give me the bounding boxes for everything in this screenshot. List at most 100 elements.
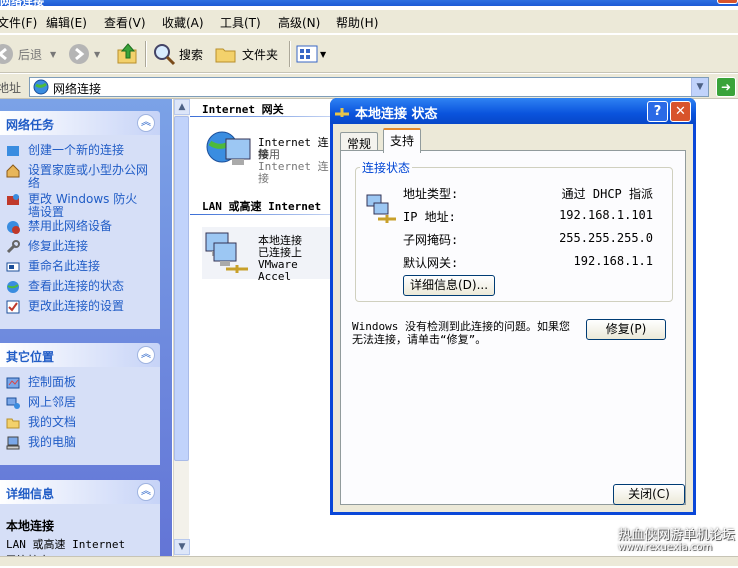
folders-button[interactable]: 文件夹 [214, 40, 278, 68]
address-bar: 地址 网络连接 ▼ ➜ [0, 74, 738, 99]
default-gateway-value: 192.168.1.1 [573, 254, 653, 268]
back-label: 后退 [18, 47, 43, 62]
address-label: 地址 [0, 81, 22, 95]
help-icon: ? [653, 104, 662, 119]
settings-check-icon [6, 300, 20, 314]
group-header-internet-gateway: Internet 网关 [202, 103, 284, 116]
toolbar: 后退 ▼ ▼ 搜索 文件夹 ▼ [0, 35, 738, 73]
menu-file[interactable]: 文件(F) [0, 14, 37, 31]
details-header[interactable]: 详细信息 ︽ [0, 480, 160, 504]
other-places-title: 其它位置 [6, 350, 55, 364]
back-button[interactable]: 后退 ▼ [0, 40, 56, 68]
lan-connection-icon [205, 232, 248, 273]
collapse-chevron-icon[interactable]: ︽ [137, 346, 155, 364]
go-button[interactable]: ➜ [716, 77, 736, 97]
close-button[interactable]: 关闭(C) [613, 484, 685, 505]
rename-icon [6, 262, 20, 272]
menu-view[interactable]: 查看(V) [104, 14, 146, 31]
group-header-lan: LAN 或高速 Internet [202, 200, 322, 213]
status-bar [0, 556, 738, 566]
subnet-mask-label: 子网掩码: [403, 233, 459, 247]
ip-address-value: 192.168.1.101 [559, 208, 653, 222]
disable-network-icon [7, 221, 20, 234]
go-arrow-icon: ➜ [720, 80, 732, 94]
toolbar-separator [145, 41, 147, 67]
search-icon [154, 44, 176, 66]
details-title: 详细信息 [6, 487, 55, 501]
help-button[interactable]: ? [647, 101, 668, 122]
connection-status-title: 连接状态 [362, 161, 411, 175]
dialog-close-button[interactable]: ✕ [670, 101, 691, 122]
folders-icon [215, 48, 236, 63]
address-dropdown-button[interactable]: ▼ [691, 78, 708, 96]
address-input[interactable]: 网络连接 ▼ [29, 77, 709, 97]
network-computers-icon [366, 194, 396, 223]
menu-edit[interactable]: 编辑(E) [46, 14, 87, 31]
details-name: 本地连接 [6, 519, 55, 533]
dialog-titlebar[interactable]: 本地连接 状态 ? ✕ [330, 98, 696, 124]
repair-button[interactable]: 修复(P) [586, 319, 666, 340]
scroll-up-button[interactable]: ▲ [174, 99, 190, 115]
firewall-icon [7, 194, 19, 205]
search-button[interactable]: 搜索 [152, 40, 203, 68]
forward-button[interactable]: ▼ [68, 40, 100, 68]
internet-gateway-item[interactable]: Internet 连接 禁用 Internet 连接 [202, 129, 332, 185]
views-button[interactable]: ▼ [296, 40, 326, 68]
ip-address-label: IP 地址: [403, 210, 456, 224]
forward-dropdown-icon[interactable]: ▼ [94, 50, 100, 59]
repair-description: Windows 没有检测到此连接的问题。如果您无法连接，请单击“修复”。 [352, 320, 570, 346]
network-tasks-header[interactable]: 网络任务 ︽ [0, 111, 160, 135]
address-type-value: 通过 DHCP 指派 [561, 187, 653, 201]
new-connection-icon [7, 146, 19, 156]
tab-support[interactable]: 支持 [383, 128, 422, 153]
task-setup-home-network[interactable]: 设置家庭或小型办公网络 [6, 164, 156, 190]
task-pane-scrollbar[interactable]: ▲ ▼ [173, 99, 190, 556]
lan-device: VMware Accel [258, 258, 298, 283]
lan-connection-item[interactable]: 本地连接 已连接上 VMware Accel [202, 227, 332, 283]
watermark-title: 热血侠网游单机论坛 [618, 528, 736, 543]
window-title: 网络连接 [0, 0, 44, 8]
up-button[interactable] [116, 40, 140, 68]
network-tasks-title: 网络任务 [6, 118, 55, 132]
menu-advanced[interactable]: 高级(N) [278, 14, 320, 31]
menu-tools[interactable]: 工具(T) [220, 14, 261, 31]
support-tab-panel: 连接状态 地址类型: 通过 DHCP 指派 IP 地址: 192.168.1.1… [340, 150, 686, 505]
gateway-type: Internet 连接 [258, 160, 329, 185]
address-value: 网络连接 [53, 82, 102, 96]
scroll-thumb[interactable] [174, 116, 189, 461]
other-places-header[interactable]: 其它位置 ︽ [0, 343, 160, 367]
network-tasks-body: 创建一个新的连接 设置家庭或小型办公网络 更改 Windows 防火墙设置 禁用… [0, 135, 160, 329]
home-network-icon [6, 164, 20, 178]
other-places-body: 控制面板 网上邻居 我的文档 我的电脑 [0, 367, 160, 465]
menu-bar: 文件(F) 编辑(E) 查看(V) 收藏(A) 工具(T) 高级(N) 帮助(H… [0, 10, 738, 34]
views-dropdown-icon[interactable]: ▼ [320, 50, 326, 59]
window-close-button[interactable] [717, 0, 738, 4]
tab-general[interactable]: 常规 [340, 132, 379, 152]
network-globe-icon [33, 79, 49, 95]
scroll-down-button[interactable]: ▼ [174, 539, 190, 555]
back-dropdown-icon[interactable]: ▼ [50, 50, 56, 59]
views-icon [296, 45, 318, 63]
dialog-body: 常规 连接状态 地址类型: 通过 DHCP 指派 IP 地址: 192.168.… [333, 124, 693, 512]
forward-arrow-icon [69, 44, 89, 64]
wrench-icon [6, 240, 20, 254]
connection-status-dialog: 本地连接 状态 ? ✕ 常规 连接状态 地址类型: 通过 DHCP 指派 IP … [330, 98, 696, 515]
toolbar-separator [289, 41, 291, 67]
close-icon: ✕ [675, 104, 686, 119]
details-body: 本地连接 LAN 或高速 Internet 已连接上 [0, 504, 160, 567]
task-pane: 网络任务 ︽ 创建一个新的连接 设置家庭或小型办公网络 更改 Windows 防… [0, 99, 172, 567]
computer-icon [6, 436, 20, 450]
window-titlebar: 网络连接 [0, 0, 738, 8]
documents-folder-icon [6, 418, 20, 429]
control-panel-icon [6, 377, 20, 389]
menu-help[interactable]: 帮助(H) [336, 14, 378, 31]
details-button[interactable]: 详细信息(D)... [403, 275, 495, 296]
collapse-chevron-icon[interactable]: ︽ [137, 114, 155, 132]
default-gateway-label: 默认网关: [403, 256, 459, 270]
back-arrow-icon [0, 44, 13, 64]
watermark-url: www.rexuexia.com [618, 542, 713, 553]
menu-favorites[interactable]: 收藏(A) [162, 14, 204, 31]
dialog-title: 本地连接 状态 [355, 107, 438, 122]
collapse-chevron-icon[interactable]: ︽ [137, 483, 155, 501]
task-change-firewall[interactable]: 更改 Windows 防火墙设置 [6, 193, 156, 219]
